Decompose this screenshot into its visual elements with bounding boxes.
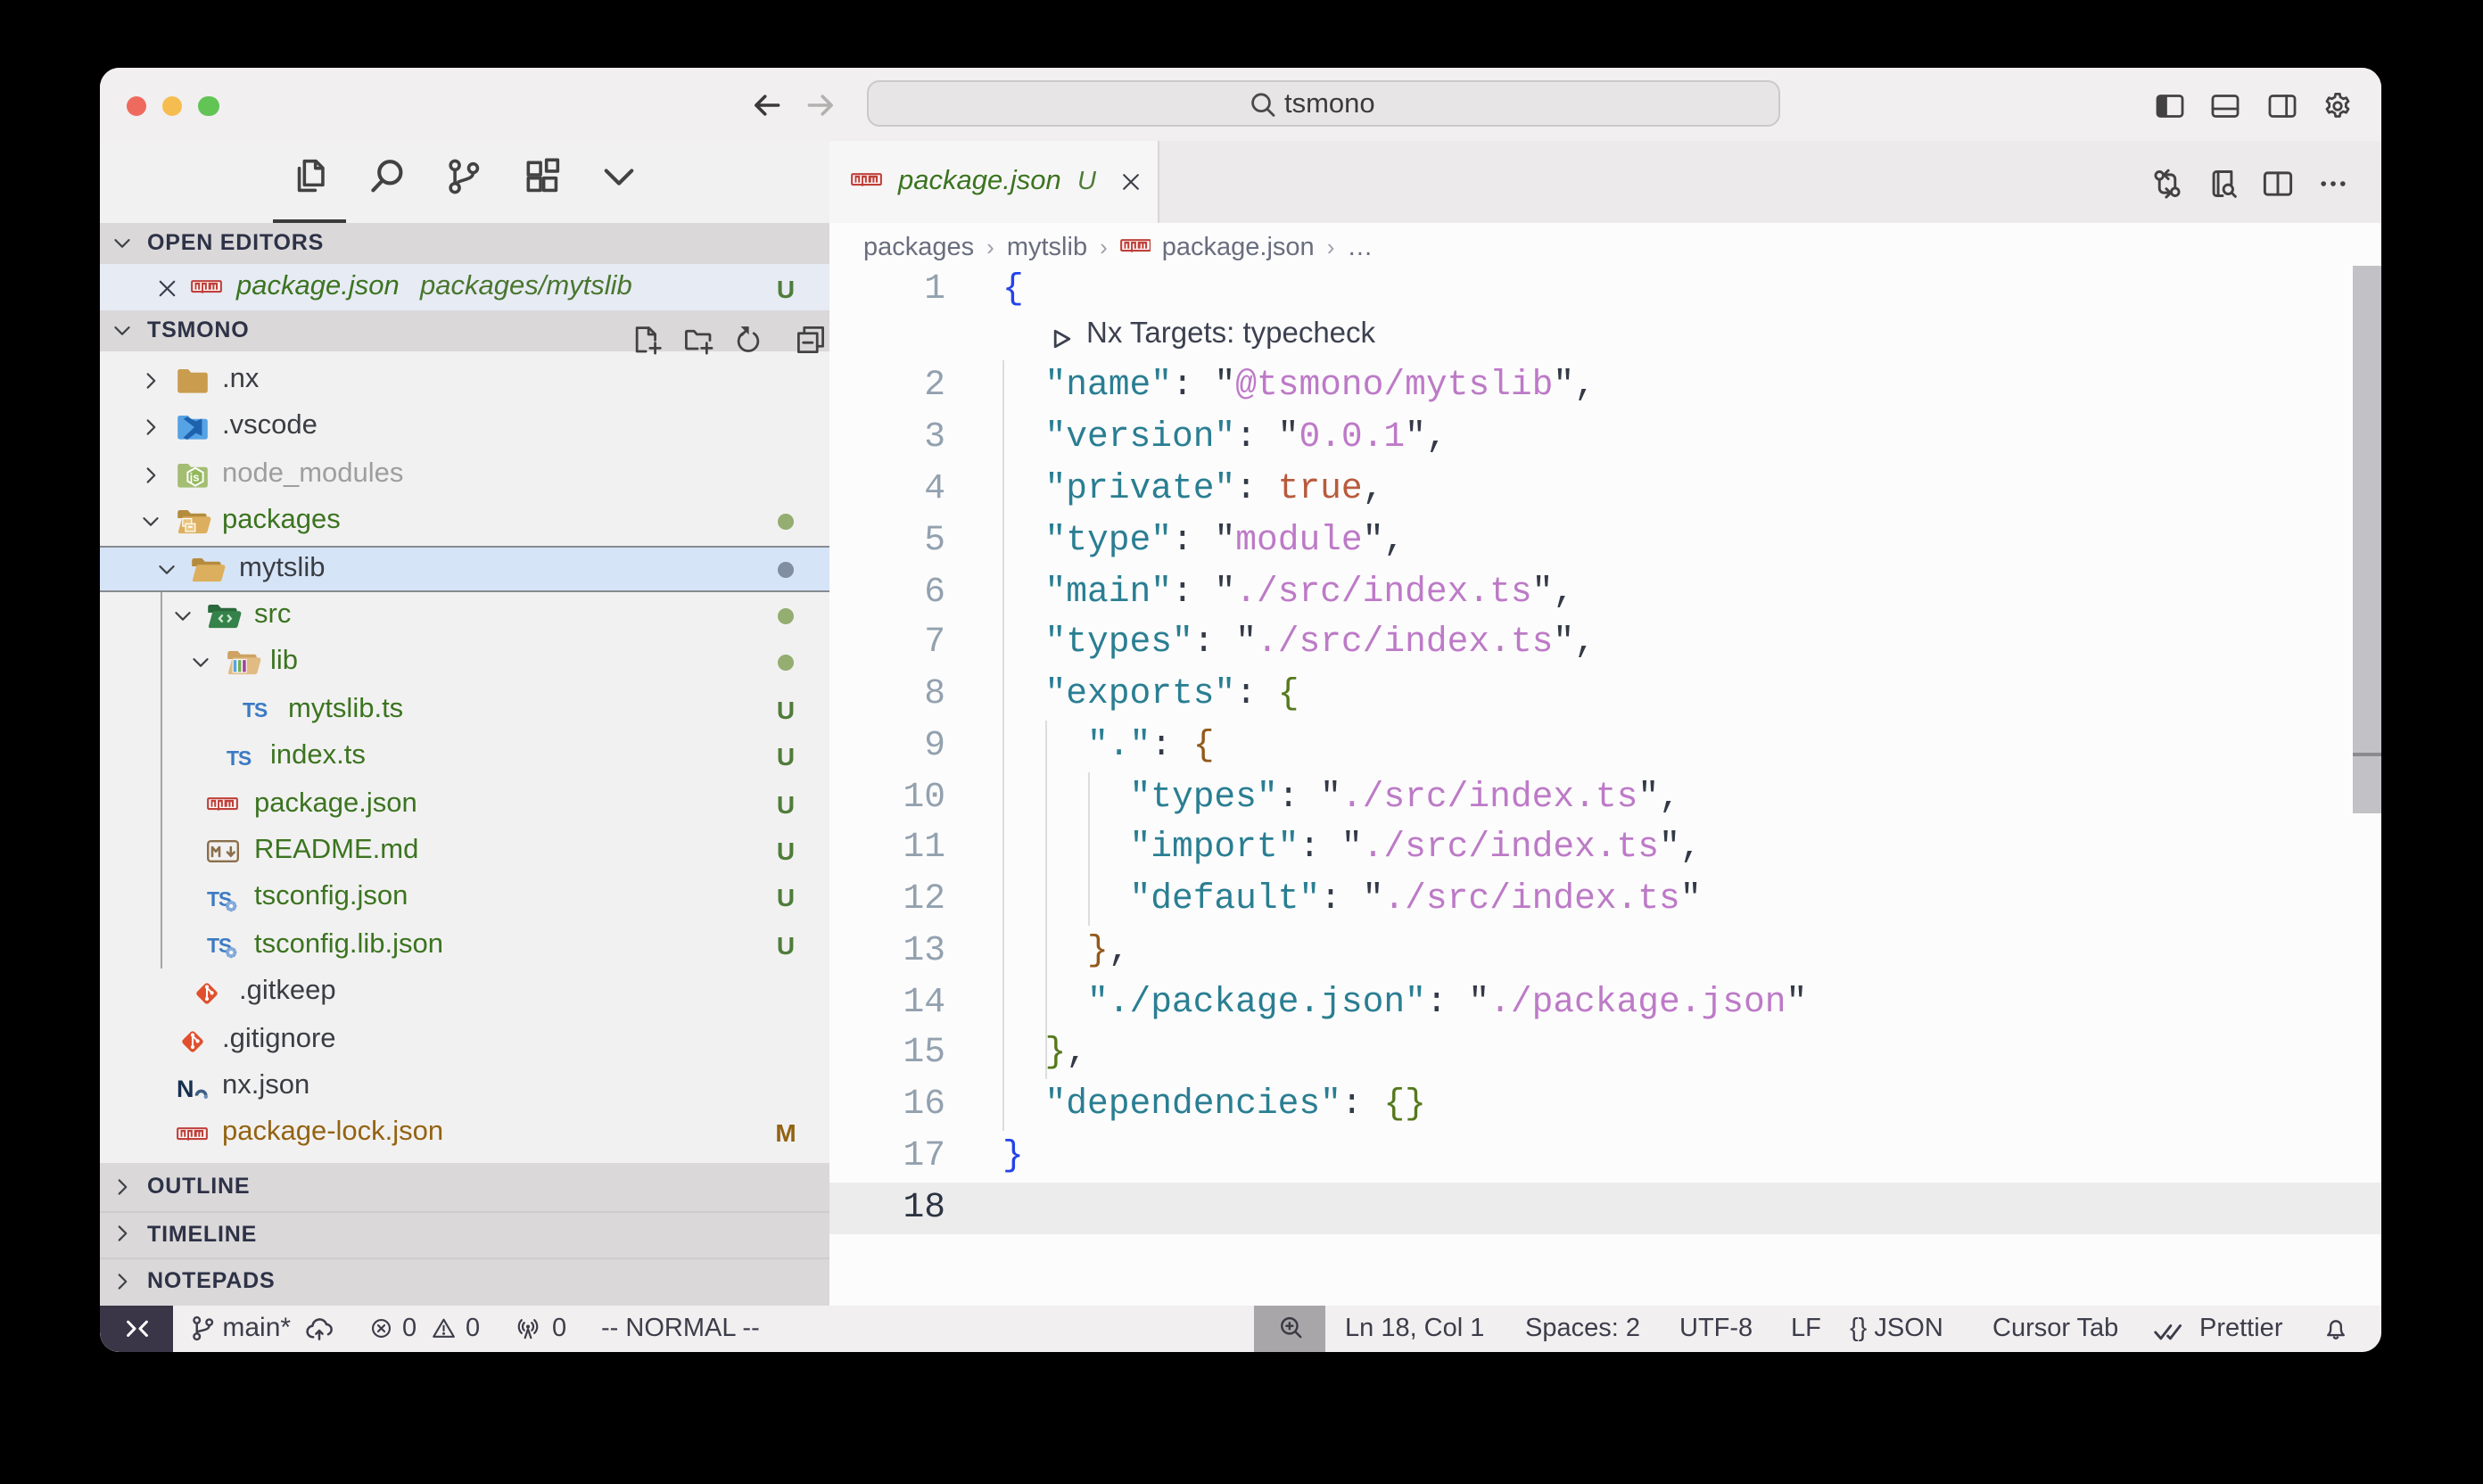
svg-text:TS: TS: [227, 746, 252, 769]
svg-text:js: js: [188, 471, 199, 484]
svg-text:N: N: [177, 1076, 194, 1102]
svg-text:TS: TS: [243, 699, 268, 722]
